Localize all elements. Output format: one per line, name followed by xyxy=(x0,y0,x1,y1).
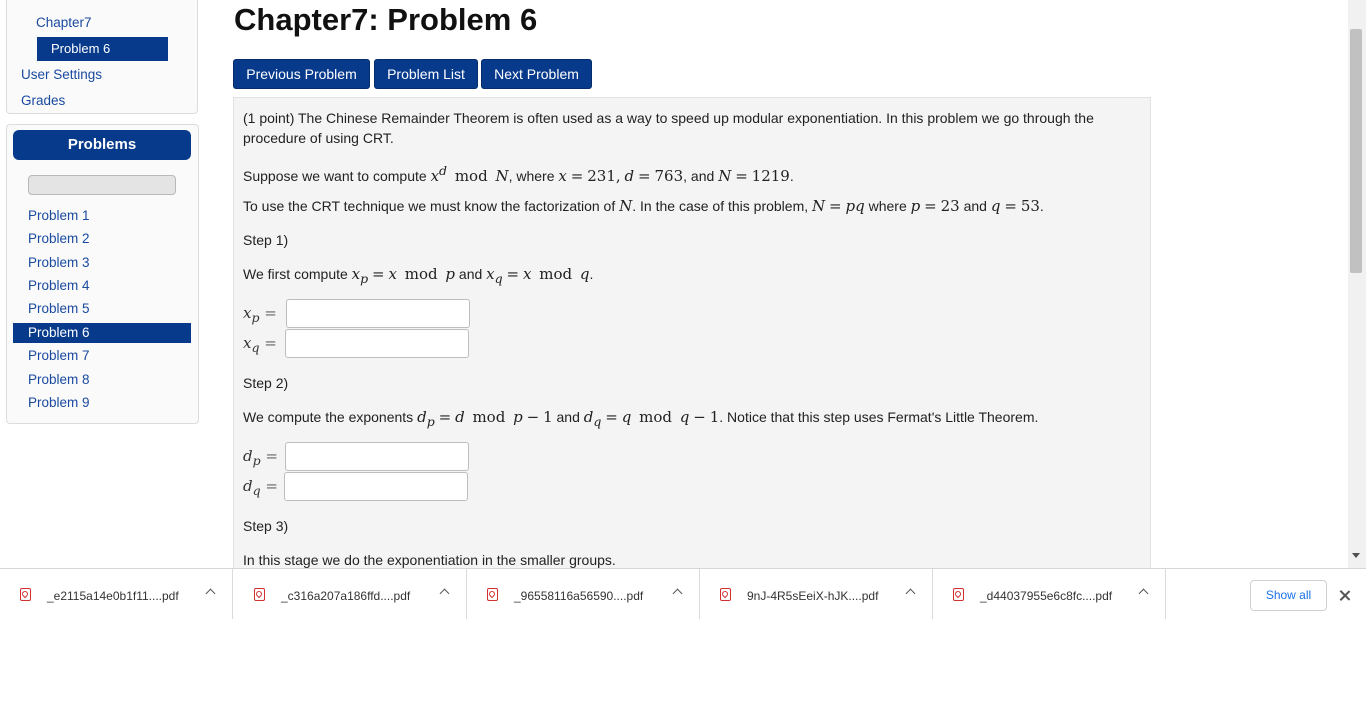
factorization-statement: To use the CRT technique we must know th… xyxy=(243,197,1044,215)
progress-bar xyxy=(28,175,176,195)
xq-answer-input[interactable] xyxy=(285,329,469,358)
problem-intro: (1 point) The Chinese Remainder Theorem … xyxy=(243,110,1094,146)
page-viewport: Chapter7 Problem 6 User Settings Grades … xyxy=(0,0,1348,568)
download-file-name: _d44037955e6c8fc....pdf xyxy=(980,589,1113,603)
nav-link-user-settings[interactable]: User Settings xyxy=(21,67,102,82)
xq-label: xq = xyxy=(243,334,277,355)
step-1-text: We first compute xp = x mod p and xq = x… xyxy=(243,265,594,286)
problem-list-button[interactable]: Problem List xyxy=(374,59,478,89)
pdf-file-icon xyxy=(254,588,265,601)
problem-link-7[interactable]: Problem 7 xyxy=(28,348,90,363)
chevron-up-icon[interactable] xyxy=(905,588,916,599)
dq-label: dq = xyxy=(243,477,278,498)
problem-link-8[interactable]: Problem 8 xyxy=(28,372,90,387)
xp-label: xp = xyxy=(243,304,277,325)
step-1-heading: Step 1) xyxy=(243,232,289,248)
download-item[interactable]: _96558116a56590....pdf xyxy=(467,569,700,619)
xp-answer-input[interactable] xyxy=(286,299,470,328)
next-problem-button[interactable]: Next Problem xyxy=(481,59,592,89)
problem-link-2[interactable]: Problem 2 xyxy=(28,231,90,246)
download-file-name: _c316a207a186ffd....pdf xyxy=(281,589,411,603)
pdf-file-icon xyxy=(720,588,731,601)
problem-link-4[interactable]: Problem 4 xyxy=(28,278,90,293)
chevron-up-icon[interactable] xyxy=(672,588,683,599)
problem-link-9[interactable]: Problem 9 xyxy=(28,395,90,410)
chevron-up-icon[interactable] xyxy=(205,588,216,599)
nav-link-chapter[interactable]: Chapter7 xyxy=(36,15,92,30)
problem-link-5[interactable]: Problem 5 xyxy=(28,301,90,316)
step-2-heading: Step 2) xyxy=(243,375,289,391)
download-item[interactable]: _c316a207a186ffd....pdf xyxy=(234,569,467,619)
problem-link-1[interactable]: Problem 1 xyxy=(28,208,90,223)
page-title: Chapter7: Problem 6 xyxy=(234,2,538,37)
nav-link-grades[interactable]: Grades xyxy=(21,93,65,108)
pdf-file-icon xyxy=(487,588,498,601)
pdf-file-icon xyxy=(953,588,964,601)
step-2-text: We compute the exponents dp = d mod p − … xyxy=(243,408,1039,429)
chevron-up-icon[interactable] xyxy=(1138,588,1149,599)
dq-answer-input[interactable] xyxy=(284,472,468,501)
nav-link-current-problem[interactable]: Problem 6 xyxy=(37,37,168,61)
scroll-down-arrow-icon[interactable] xyxy=(1352,553,1360,558)
download-item[interactable]: _e2115a14e0b1f11....pdf xyxy=(0,569,233,619)
step-3-text: In this stage we do the exponentiation i… xyxy=(243,552,616,568)
page-scrollbar-thumb[interactable] xyxy=(1350,29,1362,273)
download-item[interactable]: 9nJ-4R5sEeiX-hJK....pdf xyxy=(700,569,933,619)
close-icon[interactable] xyxy=(1336,587,1354,605)
dp-label: dp = xyxy=(243,447,278,468)
previous-problem-button[interactable]: Previous Problem xyxy=(233,59,370,89)
step-3-heading: Step 3) xyxy=(243,518,289,534)
show-all-downloads-button[interactable]: Show all xyxy=(1250,580,1327,611)
problem-link-6[interactable]: Problem 6 xyxy=(13,323,191,343)
dp-answer-input[interactable] xyxy=(285,442,469,471)
pdf-file-icon xyxy=(20,588,31,601)
problem-statement: Suppose we want to compute xd mod N, whe… xyxy=(243,163,794,185)
download-bar: _e2115a14e0b1f11....pdf _c316a207a186ffd… xyxy=(0,568,1366,620)
chevron-up-icon[interactable] xyxy=(439,588,450,599)
problem-link-3[interactable]: Problem 3 xyxy=(28,255,90,270)
download-item[interactable]: _d44037955e6c8fc....pdf xyxy=(933,569,1166,619)
download-file-name: _e2115a14e0b1f11....pdf xyxy=(47,589,179,603)
download-file-name: _96558116a56590....pdf xyxy=(514,589,644,603)
download-file-name: 9nJ-4R5sEeiX-hJK....pdf xyxy=(747,589,879,603)
problems-header: Problems xyxy=(13,130,191,160)
